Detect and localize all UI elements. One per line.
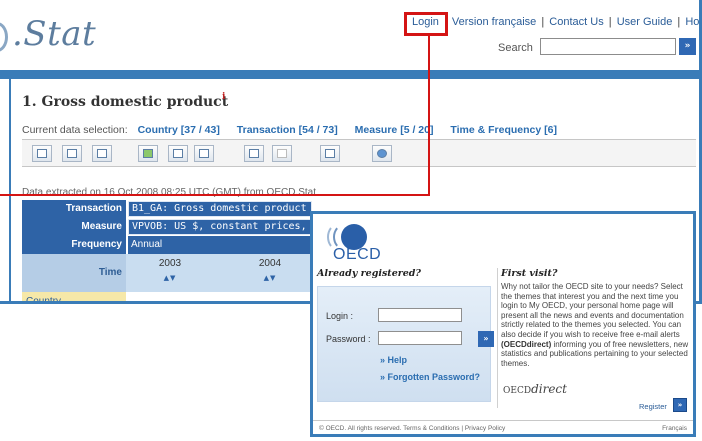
oecd-direct-prefix: OECD: [503, 386, 532, 396]
login-field-label: Login :: [326, 311, 354, 321]
login-form: Login : Password : » » Help » Forgotten …: [317, 286, 494, 402]
selection-time-link[interactable]: Time & Frequency [6]: [450, 124, 557, 136]
edit-icon[interactable]: [62, 145, 82, 162]
page-title: 1. Gross domestic product: [22, 94, 229, 110]
user-guide-link[interactable]: User Guide: [617, 16, 673, 28]
oecd-logo: OECD: [327, 222, 387, 264]
selection-transaction-link[interactable]: Transaction [54 / 73]: [237, 124, 338, 136]
time-label: Time: [22, 254, 126, 292]
search-label: Search: [498, 42, 533, 54]
forgotten-password-link[interactable]: » Forgotten Password?: [380, 372, 480, 382]
login-submit-button[interactable]: »: [478, 331, 494, 347]
first-visit-description: Why not tailor the OECD site to your nee…: [501, 282, 693, 368]
search-go-button[interactable]: »: [679, 38, 696, 55]
chart-icon[interactable]: [244, 145, 264, 162]
francais-link[interactable]: Français: [662, 421, 687, 437]
callout-line: [0, 194, 430, 196]
login-highlight-box: [404, 12, 448, 36]
nav-separator: |: [677, 16, 681, 28]
copyright-text: © OECD. All rights reserved.: [319, 425, 402, 432]
login-field[interactable]: [378, 308, 462, 322]
already-registered-heading: Already registered?: [317, 268, 421, 279]
sort-arrows-icon[interactable]: ▲▼: [140, 274, 200, 282]
password-field-label: Password :: [326, 334, 371, 344]
oecd-direct-word: direct: [531, 382, 567, 396]
frequency-value: Annual: [128, 236, 312, 254]
footer-separator: |: [461, 425, 464, 432]
extract-note: Data extracted on 16 Oct 2008 08:25 UTC …: [22, 187, 316, 198]
help-link[interactable]: » Help: [380, 355, 407, 365]
selection-prefix: Current data selection:: [22, 124, 128, 136]
year-2003-header: 2003: [158, 258, 182, 269]
help-icon[interactable]: [372, 145, 392, 162]
check-icon[interactable]: [32, 145, 52, 162]
selection-country-link[interactable]: Country [37 / 43]: [138, 124, 220, 136]
search-input[interactable]: [540, 38, 676, 55]
oecd-direct-term: (OECDdirect): [501, 339, 552, 349]
sort-arrows-icon[interactable]: ▲▼: [240, 274, 300, 282]
site-header: .Stat Login | Version française | Contac…: [0, 0, 699, 80]
register-label[interactable]: Register: [639, 402, 667, 411]
measure-row: Measure VPVOB: US $, constant prices, co…: [22, 218, 312, 236]
transaction-select[interactable]: B1_GA: Gross domestic product (ou: [128, 201, 312, 217]
first-visit-heading: First visit?: [501, 268, 558, 279]
home-link[interactable]: Home: [685, 16, 699, 28]
export-icon[interactable]: [194, 145, 214, 162]
transaction-row: Transaction B1_GA: Gross domestic produc…: [22, 200, 312, 218]
copy-icon[interactable]: [168, 145, 188, 162]
password-field[interactable]: [378, 331, 462, 345]
terms-link[interactable]: Terms & Conditions: [403, 425, 459, 432]
version-francaise-link[interactable]: Version française: [452, 16, 536, 28]
site-logo[interactable]: .Stat: [12, 14, 96, 54]
frequency-label: Frequency: [22, 236, 126, 254]
country-label: Country: [22, 292, 126, 301]
country-header-row: Country: [22, 292, 312, 301]
year-2004-header: 2004: [258, 258, 282, 269]
table-icon[interactable]: [272, 145, 292, 162]
layout-icon[interactable]: [92, 145, 112, 162]
callout-line: [428, 36, 430, 196]
data-selection-bar: Current data selection: Country [37 / 43…: [22, 124, 564, 136]
measure-label: Measure: [22, 218, 126, 236]
top-navigation: Login | Version française | Contact Us |…: [412, 16, 699, 32]
footer-links: © OECD. All rights reserved. Terms & Con…: [319, 421, 505, 437]
info-icon[interactable]: i: [222, 92, 225, 102]
register-button[interactable]: »: [673, 398, 687, 412]
nav-separator: |: [541, 16, 545, 28]
column-divider: [497, 268, 498, 408]
data-toolbar: [22, 139, 696, 167]
excel-icon[interactable]: [138, 145, 158, 162]
popup-footer: © OECD. All rights reserved. Terms & Con…: [313, 420, 693, 437]
oecd-direct-logo: OECDdirect: [503, 382, 567, 396]
logo-ring-icon: [0, 22, 8, 52]
privacy-link[interactable]: Privacy Policy: [465, 425, 505, 432]
data-grid: Transaction B1_GA: Gross domestic produc…: [22, 200, 312, 301]
first-visit-text: Why not tailor the OECD site to your nee…: [501, 282, 684, 339]
transaction-label: Transaction: [22, 200, 126, 218]
nav-separator: |: [608, 16, 612, 28]
time-header-row: Time 2003 ▲▼ 2004 ▲▼: [22, 254, 312, 292]
oecd-logo-text: OECD: [333, 246, 382, 263]
header-band: [0, 70, 699, 79]
selection-measure-link[interactable]: Measure [5 / 20]: [355, 124, 434, 136]
print-icon[interactable]: [320, 145, 340, 162]
login-popup: OECD Already registered? First visit? Lo…: [310, 211, 696, 437]
measure-select[interactable]: VPVOB: US $, constant prices, cons: [128, 219, 312, 235]
frequency-row: Frequency Annual: [22, 236, 312, 254]
contact-us-link[interactable]: Contact Us: [549, 16, 603, 28]
